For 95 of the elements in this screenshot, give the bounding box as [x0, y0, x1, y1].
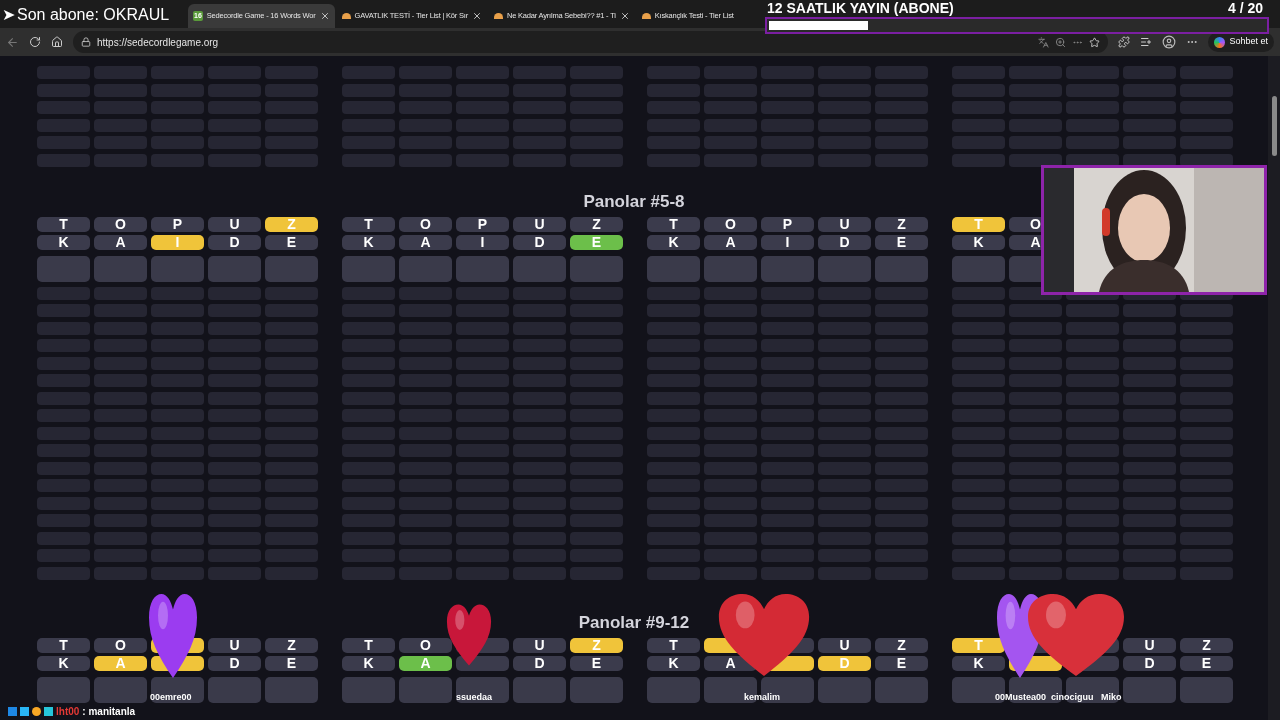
viewer-name: kemalim: [744, 691, 781, 704]
favorites-icon[interactable]: [1140, 36, 1153, 48]
letter-tile: E: [570, 655, 623, 671]
letter-tile: Z: [265, 216, 318, 232]
letter-tile: D: [1123, 655, 1176, 671]
puzzle-icon[interactable]: [1118, 36, 1131, 48]
letter-tile: U: [208, 216, 261, 232]
letter-tile: T: [952, 216, 1005, 232]
profile-icon[interactable]: [1162, 35, 1177, 49]
letter-tile: T: [647, 216, 700, 232]
letter-tile: T: [952, 637, 1005, 653]
letter-tile: D: [818, 234, 871, 250]
letter-tile: Z: [1180, 637, 1233, 653]
address-bar[interactable]: https://sedecordlegame.org: [73, 31, 1109, 53]
letter-tile: O: [94, 637, 147, 653]
letter-tile: T: [37, 216, 90, 232]
letter-tile: K: [952, 655, 1005, 671]
chat-message: : manitanla: [82, 705, 136, 719]
letter-tile: K: [37, 234, 90, 250]
letter-tile: E: [875, 655, 928, 671]
letter-tile: O: [399, 637, 452, 653]
letter-tile: K: [37, 655, 90, 671]
zoom-icon[interactable]: [1055, 36, 1067, 48]
section-title: Panolar #9-12: [578, 611, 690, 632]
letter-tile: P: [151, 216, 204, 232]
lock-icon: [81, 37, 91, 47]
translate-icon[interactable]: [1038, 36, 1050, 48]
letter-tile: Z: [570, 637, 623, 653]
letter-tile: U: [513, 637, 566, 653]
letter-tile: I: [761, 234, 814, 250]
url-text: https://sedecordlegame.org: [97, 35, 219, 50]
viewer-name: ssuedaa: [456, 691, 493, 704]
letter-tile: P: [456, 216, 509, 232]
letter-tile: A: [94, 655, 147, 671]
viewer-name: Miko: [1101, 691, 1122, 704]
letter-tile: K: [952, 234, 1005, 250]
letter-tile: K: [342, 234, 395, 250]
letter-tile: D: [513, 234, 566, 250]
chat-button[interactable]: Sohbet et: [1208, 32, 1274, 52]
letter-tile: Z: [265, 637, 318, 653]
letter-tile: I: [456, 234, 509, 250]
copilot-icon: [1214, 36, 1226, 48]
letter-tile: Z: [570, 216, 623, 232]
back-icon[interactable]: [6, 35, 19, 49]
letter-tile: K: [647, 655, 700, 671]
rainbow-favicon-icon: [493, 13, 503, 19]
goal-count: 4 / 20: [1228, 0, 1264, 16]
letter-tile: O: [94, 216, 147, 232]
letter-tile: T: [647, 637, 700, 653]
letter-tile: O: [704, 216, 757, 232]
letter-tile: T: [342, 216, 395, 232]
last-subscriber-text: Son abone: OKRAUL: [17, 5, 170, 25]
letter-tile: E: [265, 234, 318, 250]
letter-tile: A: [399, 655, 452, 671]
close-icon[interactable]: [319, 11, 330, 21]
reload-icon[interactable]: [29, 36, 41, 48]
chat-username: lht00: [56, 705, 80, 719]
letter-tile: E: [570, 234, 623, 250]
letter-tile: A: [399, 234, 452, 250]
letter-tile: O: [399, 216, 452, 232]
letter-tile: I: [151, 234, 204, 250]
letter-tile: U: [818, 216, 871, 232]
letter-tile: P: [761, 216, 814, 232]
letter-tile: E: [265, 655, 318, 671]
letter-tile: D: [818, 655, 871, 671]
letter-tile: E: [875, 234, 928, 250]
close-icon[interactable]: [619, 11, 630, 21]
letter-tile: D: [208, 655, 261, 671]
viewer-name: 00Mustea00: [995, 691, 1047, 704]
letter-tile: K: [342, 655, 395, 671]
letter-tile: Z: [875, 637, 928, 653]
arrow-icon: ➤: [2, 3, 15, 27]
letter-tile: D: [208, 234, 261, 250]
letter-tile: T: [37, 637, 90, 653]
letter-tile: T: [342, 637, 395, 653]
rainbow-favicon-icon: [641, 13, 651, 19]
star-icon[interactable]: [1089, 36, 1101, 48]
letter-tile: U: [1123, 637, 1176, 653]
section-title: Panolar #5-8: [583, 190, 685, 211]
letter-tile: D: [513, 655, 566, 671]
close-icon[interactable]: [471, 11, 482, 21]
letter-tile: A: [94, 234, 147, 250]
viewer-name: cinociguu: [1051, 691, 1094, 704]
letter-tile: A: [704, 234, 757, 250]
rainbow-favicon-icon: [341, 13, 351, 19]
letter-tile: U: [513, 216, 566, 232]
letter-tile: K: [647, 234, 700, 250]
scrollbar-thumb[interactable]: [1271, 96, 1277, 156]
letter-tile: E: [1180, 655, 1233, 671]
home-icon[interactable]: [51, 36, 63, 48]
goal-title: 12 SAATLIK YAYIN (ABONE): [767, 0, 954, 16]
letter-tile: U: [208, 637, 261, 653]
letter-tile: Z: [875, 216, 928, 232]
viewer-name: 00emre00: [150, 691, 192, 704]
letter-tile: U: [818, 637, 871, 653]
